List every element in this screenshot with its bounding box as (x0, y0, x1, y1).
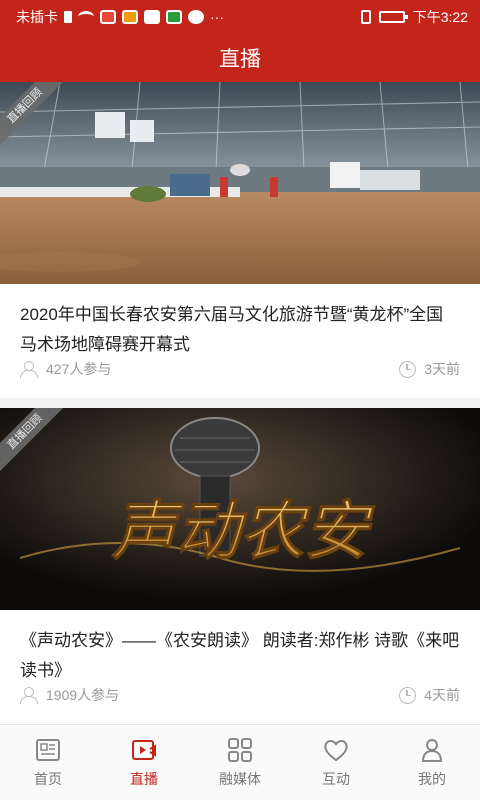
nav-mine[interactable]: 我的 (384, 725, 480, 800)
nav-interact[interactable]: 互动 (288, 725, 384, 800)
nav-label: 我的 (418, 770, 446, 787)
more-notifications-indicator: ··· (210, 9, 224, 25)
nav-home[interactable]: 首页 (0, 725, 96, 800)
status-bar: 未插卡 ··· 下午3:22 (0, 0, 480, 34)
arena-image (0, 82, 480, 284)
live-thumbnail[interactable]: 直播回顾 (0, 82, 480, 284)
weibo-icon (188, 10, 204, 24)
clock-time: 下午3:22 (412, 9, 468, 25)
live-video-icon (132, 739, 156, 760)
app-notification-icon (166, 10, 182, 24)
app-header: 直播 (0, 34, 480, 82)
participants-icon (20, 361, 38, 378)
sim-icon (64, 11, 72, 23)
participants-count: 1909人参与 (46, 687, 120, 703)
time-ago: 3天前 (424, 361, 460, 377)
image-title-text: 声动农安 (111, 496, 375, 567)
participants-icon (20, 687, 38, 704)
wifi-icon (78, 11, 94, 23)
live-title[interactable]: 2020年中国长春农安第六届马文化旅游节暨“黄龙杯”全国马术场地障碍赛开幕式 (20, 300, 460, 360)
nav-label: 直播 (130, 770, 158, 787)
clock-icon (399, 686, 417, 704)
nav-media[interactable]: 融媒体 (192, 725, 288, 800)
app-notification-icon (100, 10, 116, 24)
page-title: 直播 (219, 48, 261, 71)
heart-icon (324, 739, 348, 761)
media-grid-icon (228, 737, 252, 762)
nav-label: 互动 (322, 770, 350, 787)
app-notification-icon (122, 10, 138, 24)
live-card[interactable]: 直播回顾 2020年中国长春农安第六届马文化旅游节暨“黄龙杯”全国马术场地障碍赛… (0, 82, 480, 398)
live-card[interactable]: 声动农安 直播回顾 《声动农安》——《农安朗读》 朗读者:郑作彬 诗歌《来吧 读… (0, 408, 480, 724)
nav-label: 融媒体 (219, 770, 261, 787)
time-ago: 4天前 (424, 687, 460, 703)
nav-live[interactable]: 直播 (96, 725, 192, 800)
live-thumbnail[interactable]: 声动农安 直播回顾 (0, 408, 480, 610)
nav-label: 首页 (34, 770, 62, 787)
battery-icon (378, 11, 408, 23)
person-icon (421, 738, 443, 762)
carrier-text: 未插卡 (16, 9, 58, 25)
sound-nongan-image: 声动农安 (0, 408, 480, 610)
live-title[interactable]: 《声动农安》——《农安朗读》 朗读者:郑作彬 诗歌《来吧 读书》 (20, 626, 460, 686)
bottom-nav: 首页 直播 融媒体 互动 我的 (0, 724, 480, 800)
home-news-icon (36, 738, 60, 761)
live-meta: 427人参与 3天前 (20, 358, 460, 380)
app-notification-icon (144, 10, 160, 24)
clock-icon (399, 360, 417, 378)
live-meta: 1909人参与 4天前 (20, 684, 460, 706)
participants-count: 427人参与 (46, 361, 112, 377)
vibrate-icon (360, 10, 371, 24)
